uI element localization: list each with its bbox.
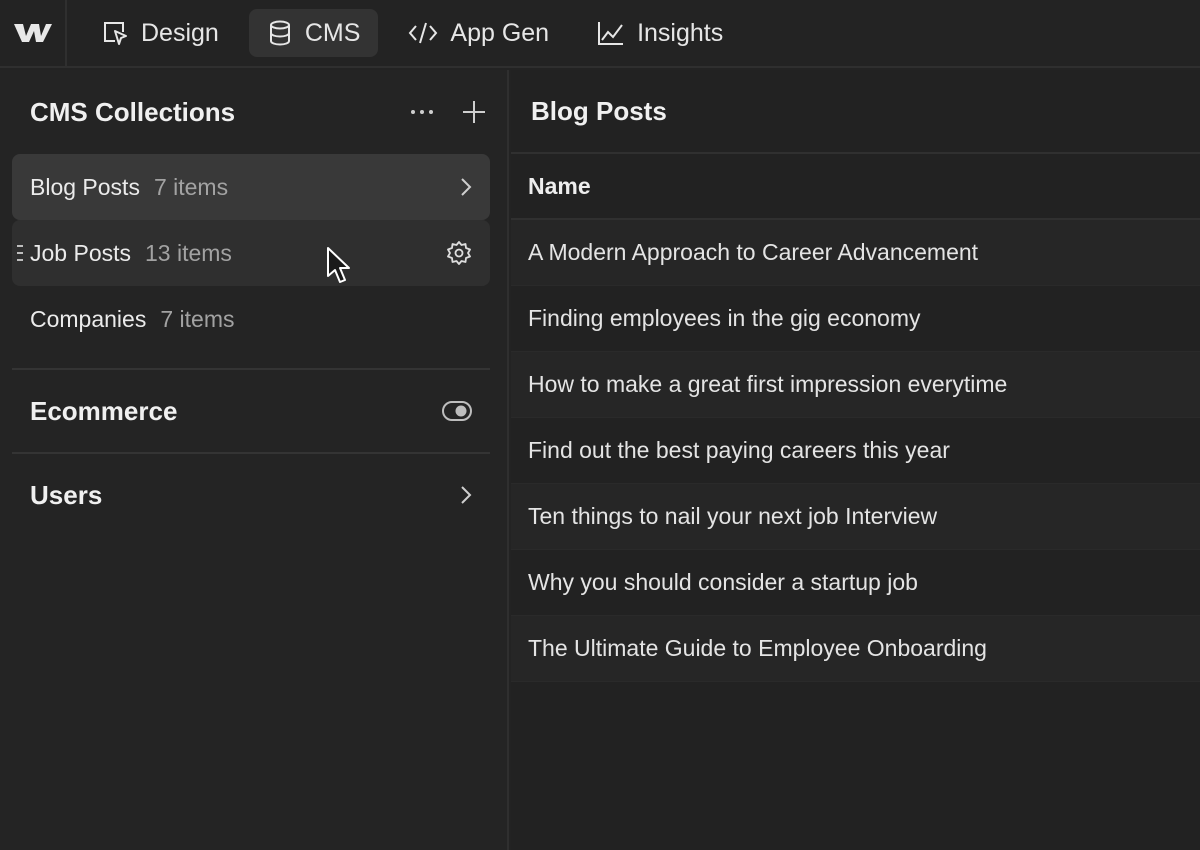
ecommerce-toggle[interactable]: [442, 401, 472, 421]
tab-cms-label: CMS: [304, 18, 361, 47]
ecommerce-label: Ecommerce: [30, 395, 178, 426]
chevron-right-icon: [461, 178, 472, 196]
more-icon: [411, 110, 433, 114]
collection-count: 13 items: [145, 239, 232, 266]
database-icon: [269, 20, 290, 46]
table-row[interactable]: A Modern Approach to Career Advancement: [511, 220, 1200, 286]
webflow-logo[interactable]: [0, 0, 67, 67]
mode-tabs: Design CMS App Gen Insights: [67, 9, 741, 57]
tab-insights[interactable]: Insights: [579, 9, 741, 57]
table-row[interactable]: How to make a great first impression eve…: [511, 352, 1200, 418]
panel-title: CMS Collections: [30, 96, 236, 127]
table-row[interactable]: Why you should consider a startup job: [511, 550, 1200, 616]
column-header-name[interactable]: Name: [511, 154, 1200, 220]
plus-icon: [463, 101, 485, 123]
items-list: A Modern Approach to Career Advancement …: [511, 220, 1200, 682]
tab-design[interactable]: Design: [83, 9, 237, 57]
collection-item-blog-posts[interactable]: Blog Posts 7 items: [12, 154, 490, 220]
webflow-logo-icon: [13, 24, 52, 42]
tab-app-gen-label: App Gen: [450, 18, 550, 47]
drag-handle-icon[interactable]: [16, 242, 24, 264]
collection-count: 7 items: [160, 305, 235, 332]
chart-line-icon: [598, 22, 624, 45]
collection-name: Companies: [30, 305, 147, 332]
tab-design-label: Design: [141, 18, 219, 47]
collections-panel: CMS Collections Blog Posts 7 items Job P…: [0, 70, 509, 850]
tab-cms[interactable]: CMS: [248, 9, 379, 57]
table-row[interactable]: Find out the best paying careers this ye…: [511, 418, 1200, 484]
collection-item-companies[interactable]: Companies 7 items: [12, 286, 490, 352]
ecommerce-section: Ecommerce: [12, 370, 490, 452]
table-row[interactable]: Ten things to nail your next job Intervi…: [511, 484, 1200, 550]
collection-name: Blog Posts: [30, 173, 140, 200]
collection-items-panel: Blog Posts Name A Modern Approach to Car…: [511, 70, 1200, 850]
collection-settings-button[interactable]: [446, 240, 472, 266]
tab-insights-label: Insights: [637, 18, 724, 47]
collection-count: 7 items: [153, 173, 229, 200]
collections-header: CMS Collections: [0, 70, 507, 154]
top-bar: Design CMS App Gen Insights: [0, 0, 1200, 68]
collection-name: Job Posts: [30, 239, 131, 266]
table-row[interactable]: Finding employees in the gig economy: [511, 286, 1200, 352]
collection-item-job-posts[interactable]: Job Posts 13 items: [12, 220, 490, 286]
table-row[interactable]: The Ultimate Guide to Employee Onboardin…: [511, 616, 1200, 682]
users-label: Users: [30, 479, 103, 510]
design-cursor-icon: [104, 22, 127, 45]
tab-app-gen[interactable]: App Gen: [390, 9, 567, 57]
collection-title: Blog Posts: [511, 70, 1200, 154]
more-options-button[interactable]: [407, 97, 437, 127]
gear-icon: [447, 241, 471, 265]
chevron-right-icon: [461, 486, 472, 504]
code-icon: [409, 22, 438, 44]
users-section[interactable]: Users: [12, 454, 490, 536]
add-collection-button[interactable]: [459, 97, 489, 127]
